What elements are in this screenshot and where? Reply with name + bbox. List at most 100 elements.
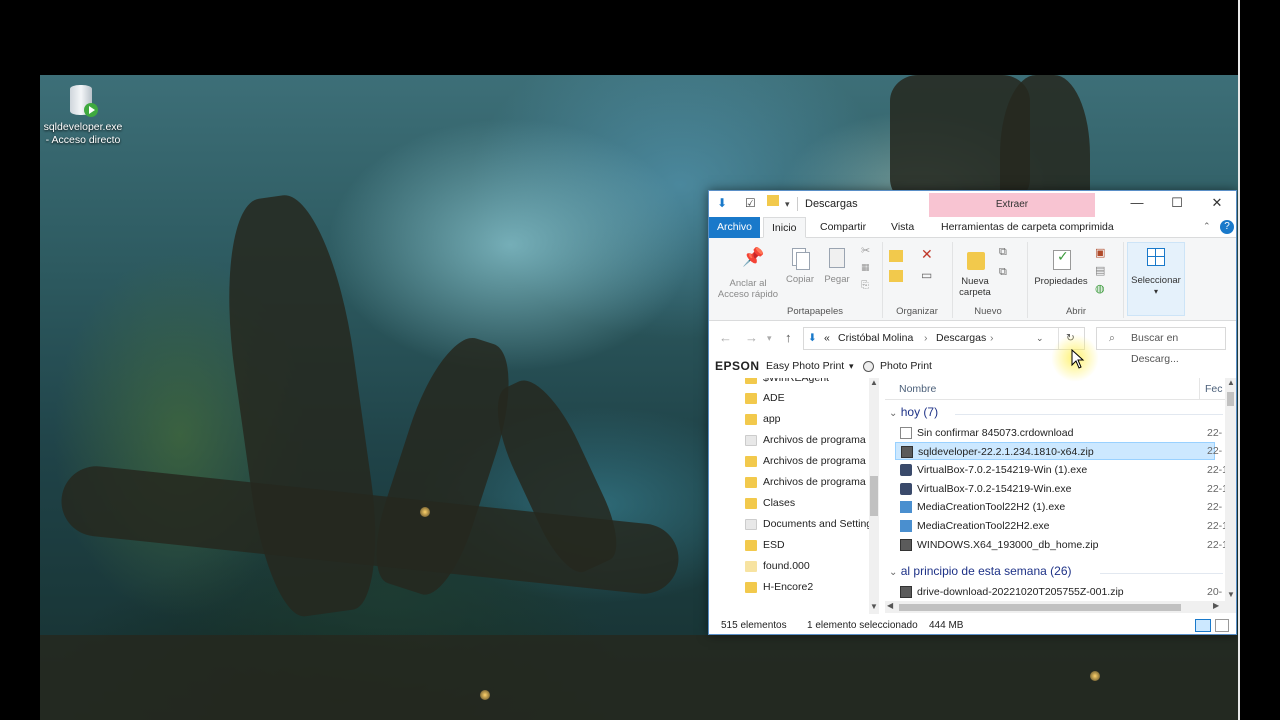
address-dropdown-icon[interactable]: ⌄ [1036, 328, 1044, 349]
tab-archivo[interactable]: Archivo [709, 217, 761, 238]
nav-item-clases[interactable]: Clases [745, 493, 881, 514]
help-icon[interactable]: ? [1220, 220, 1234, 234]
epson-logo: EPSON [715, 359, 760, 373]
breadcrumb-cristobal[interactable]: Cristóbal Molina [838, 328, 913, 349]
scroll-thumb[interactable] [870, 476, 878, 516]
scroll-down-icon[interactable]: ▼ [870, 602, 878, 611]
nav-item-documents-and-settings[interactable]: Documents and Settings [745, 514, 881, 535]
nav-item-esd[interactable]: ESD [745, 535, 881, 556]
download-arrow-icon[interactable]: ⬇ [717, 196, 727, 210]
close-button[interactable]: ✕ [1197, 191, 1236, 215]
folder-icon [745, 456, 757, 467]
selection-count: 1 elemento seleccionado [807, 620, 918, 631]
easy-photo-print-button[interactable]: Easy Photo Print [766, 356, 844, 376]
sqldeveloper-shortcut-icon [68, 83, 98, 119]
properties-button[interactable]: ✓ Propiedades [1031, 248, 1091, 287]
desktop-icon-sqldeveloper[interactable]: sqldeveloper.exe - Acceso directo [40, 83, 126, 147]
ribbon: 📌 Anclar al Acceso rápido Copiar Pegar ✂… [709, 238, 1236, 321]
window-title: Descargas [805, 198, 858, 210]
nav-item-archivos-de-programa[interactable]: Archivos de programa [745, 451, 881, 472]
ribbon-collapse-icon[interactable]: ⌃ [1203, 221, 1211, 232]
file-row[interactable]: MediaCreationTool22H2 (1).exe [895, 498, 1215, 516]
nav-item-ade[interactable]: ADE [745, 388, 881, 409]
tab-herramientas[interactable]: Herramientas de carpeta comprimida [933, 217, 1122, 238]
new-item-icon[interactable]: ⧉ [999, 246, 1013, 258]
select-button[interactable]: Seleccionar ▾ [1127, 242, 1185, 316]
new-folder-button[interactable]: Nueva carpeta [955, 248, 995, 298]
tab-extraer[interactable]: Extraer [929, 193, 1095, 217]
column-divider[interactable] [1199, 378, 1200, 400]
file-row[interactable]: WINDOWS.X64_193000_db_home.zip [895, 536, 1215, 554]
copy-path-icon[interactable]: ▦ [861, 262, 875, 274]
properties-label: Propiedades [1034, 276, 1088, 287]
tab-inicio[interactable]: Inicio [763, 217, 806, 238]
search-input[interactable]: ⌕ Buscar en Descarg... [1096, 327, 1226, 365]
nav-item-h-encore2[interactable]: H-Encore2 [745, 577, 881, 598]
nav-item-found[interactable]: found.000 [745, 556, 881, 577]
photo-print-button[interactable]: Photo Print [880, 356, 932, 376]
file-row[interactable]: MediaCreationTool22H2.exe [895, 517, 1215, 535]
file-list-vertical-scrollbar[interactable]: ▲ ▼ [1225, 378, 1236, 613]
nav-item-archivos-de-programa[interactable]: Archivos de programa [745, 472, 881, 493]
group-header-semana[interactable]: ⌄ al principio de esta semana (26) [889, 564, 1072, 578]
new-folder-icon[interactable] [767, 195, 779, 209]
scroll-right-icon[interactable]: ▶ [1213, 601, 1219, 610]
file-row[interactable]: Sin confirmar 845073.crdownload [895, 424, 1215, 442]
history-icon[interactable]: ◍ [1095, 282, 1109, 295]
scroll-up-icon[interactable]: ▲ [870, 378, 878, 387]
file-row[interactable]: VirtualBox-7.0.2-154219-Win.exe [895, 480, 1215, 498]
paste-shortcut-icon[interactable]: ⎘ [861, 280, 875, 292]
column-name[interactable]: Nombre [899, 383, 936, 395]
tab-compartir[interactable]: Compartir [812, 217, 874, 238]
recent-dropdown-icon[interactable]: ▾ [767, 333, 772, 344]
forward-arrow-icon[interactable]: → [745, 330, 758, 345]
edit-icon[interactable]: ▤ [1095, 264, 1109, 277]
copy-button[interactable]: Copiar [784, 246, 816, 285]
easy-access-icon[interactable]: ⧉ [999, 266, 1013, 278]
file-row[interactable]: drive-download-20221020T205755Z-001.zip [895, 583, 1215, 601]
rename-icon[interactable]: ▭ [921, 268, 935, 282]
quick-access-dropdown-icon[interactable]: ▾ [785, 199, 790, 210]
maximize-button[interactable]: ☐ [1157, 191, 1197, 215]
navigation-pane-scrollbar[interactable]: ▲ ▼ [869, 378, 879, 614]
file-row[interactable]: sqldeveloper-22.2.1.234.1810-x64.zip [895, 442, 1215, 460]
select-icon [1144, 247, 1168, 271]
breadcrumb-descargas[interactable]: Descargas [936, 328, 986, 349]
address-overflow[interactable]: « [824, 328, 830, 349]
nav-item-label: Archivos de programa [763, 434, 866, 446]
cut-icon[interactable]: ✂ [861, 244, 875, 257]
scroll-left-icon[interactable]: ◀ [887, 601, 893, 610]
file-name: VirtualBox-7.0.2-154219-Win (1).exe [917, 464, 1088, 476]
copy-to-icon[interactable] [889, 270, 903, 282]
open-icon[interactable]: ▣ [1095, 246, 1109, 259]
scroll-thumb[interactable] [899, 604, 1181, 611]
properties-check-icon[interactable]: ☑ [745, 196, 756, 210]
nav-item-archivos-de-programa[interactable]: Archivos de programa [745, 430, 881, 451]
paste-button[interactable]: Pegar [821, 246, 853, 285]
file-row[interactable]: VirtualBox-7.0.2-154219-Win (1).exe [895, 461, 1215, 479]
nav-item-app[interactable]: app [745, 409, 881, 430]
file-icon [900, 427, 912, 439]
scroll-down-icon[interactable]: ▼ [1227, 590, 1235, 599]
nav-item-label: found.000 [763, 560, 810, 572]
minimize-button[interactable]: — [1117, 191, 1157, 215]
group-header-hoy[interactable]: ⌄ hoy (7) [889, 405, 938, 419]
tab-vista[interactable]: Vista [883, 217, 922, 238]
nav-item-label: Clases [763, 497, 796, 509]
delete-icon[interactable]: ✕ [921, 246, 935, 262]
column-date[interactable]: Fec [1205, 383, 1223, 395]
large-icons-view-icon[interactable] [1215, 619, 1229, 632]
scroll-thumb[interactable] [1227, 392, 1234, 406]
pin-quick-access-button[interactable]: 📌 Anclar al Acceso rápido [713, 248, 783, 300]
nav-item-label: Archivos de programa [763, 476, 866, 488]
scroll-up-icon[interactable]: ▲ [1227, 378, 1235, 387]
easy-photo-print-dropdown-icon[interactable]: ▾ [849, 356, 854, 376]
back-arrow-icon[interactable]: ← [719, 330, 732, 345]
details-view-icon[interactable] [1195, 619, 1211, 632]
address-bar[interactable]: ⬇ « Cristóbal Molina › Descargas › ⌄ ↻ [803, 327, 1085, 350]
ribbon-separator [952, 242, 953, 318]
move-to-icon[interactable] [889, 250, 903, 262]
file-list-horizontal-scrollbar[interactable]: ◀ ▶ [885, 601, 1225, 613]
up-arrow-icon[interactable]: ↑ [785, 330, 792, 345]
file-date: 22- [1207, 427, 1223, 439]
